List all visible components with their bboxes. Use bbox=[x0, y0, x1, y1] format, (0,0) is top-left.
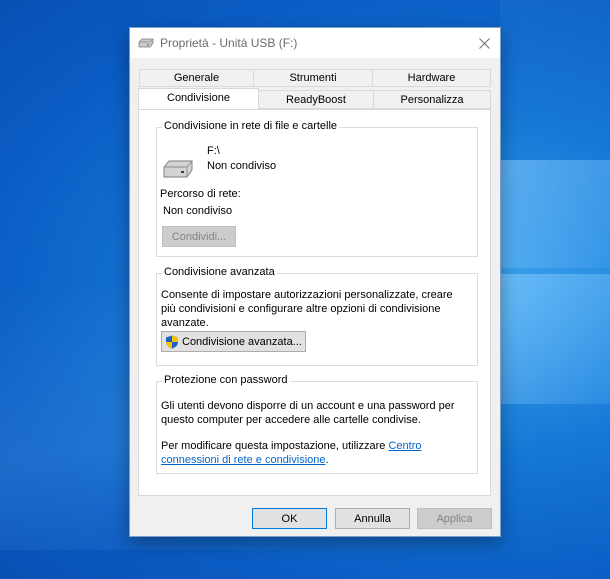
windows-logo-pane-bottom bbox=[498, 274, 610, 404]
apply-button[interactable]: Applica bbox=[417, 508, 492, 529]
password-change-suffix: . bbox=[325, 454, 329, 466]
tab-personalizza[interactable]: Personalizza bbox=[373, 90, 491, 109]
password-protection-group: Protezione con password Gli utenti devon… bbox=[156, 374, 478, 474]
title-bar[interactable]: Proprietà - Unità USB (F:) bbox=[130, 28, 500, 58]
advanced-sharing-group: Condivisione avanzata Consente di impost… bbox=[156, 266, 478, 366]
uac-shield-icon bbox=[166, 335, 178, 348]
tab-strumenti[interactable]: Strumenti bbox=[253, 69, 373, 87]
password-change-prefix: Per modificare questa impostazione, util… bbox=[161, 440, 389, 452]
advanced-sharing-button-label: Condivisione avanzata... bbox=[182, 335, 302, 348]
drive-share-status: Non condiviso bbox=[207, 160, 277, 172]
network-path-label: Percorso di rete: bbox=[160, 188, 241, 200]
advanced-sharing-button[interactable]: Condivisione avanzata... bbox=[161, 331, 306, 352]
network-sharing-label: Condivisione in rete di file e cartelle bbox=[162, 120, 340, 132]
tab-generale[interactable]: Generale bbox=[139, 69, 254, 87]
tab-hardware[interactable]: Hardware bbox=[372, 69, 491, 87]
cancel-button[interactable]: Annulla bbox=[335, 508, 410, 529]
window-title: Proprietà - Unità USB (F:) bbox=[160, 36, 298, 50]
advanced-sharing-label: Condivisione avanzata bbox=[162, 266, 277, 278]
password-protection-description: Gli utenti devono disporre di un account… bbox=[161, 400, 455, 426]
drive-icon bbox=[163, 160, 193, 178]
wallpaper-glow bbox=[500, 0, 610, 150]
drive-path: F:\ bbox=[207, 145, 220, 157]
close-button[interactable] bbox=[468, 28, 500, 58]
tab-condivisione[interactable]: Condivisione bbox=[138, 88, 259, 109]
windows-logo-pane-top bbox=[498, 160, 610, 268]
close-icon bbox=[478, 37, 490, 49]
share-button[interactable]: Condividi... bbox=[162, 226, 236, 247]
password-protection-label: Protezione con password bbox=[162, 374, 290, 386]
advanced-sharing-description: Consente di impostare autorizzazioni per… bbox=[161, 289, 453, 329]
password-change-text: Per modificare questa impostazione, util… bbox=[161, 439, 469, 467]
sharing-tab-panel: Condivisione in rete di file e cartelle … bbox=[138, 109, 491, 496]
ok-button[interactable]: OK bbox=[252, 508, 327, 529]
usb-drive-icon bbox=[138, 38, 154, 48]
tab-readyboost[interactable]: ReadyBoost bbox=[258, 90, 374, 109]
properties-dialog: Proprietà - Unità USB (F:) Generale Stru… bbox=[129, 27, 501, 537]
network-sharing-group: Condivisione in rete di file e cartelle … bbox=[156, 120, 478, 257]
network-path-value: Non condiviso bbox=[163, 205, 233, 217]
